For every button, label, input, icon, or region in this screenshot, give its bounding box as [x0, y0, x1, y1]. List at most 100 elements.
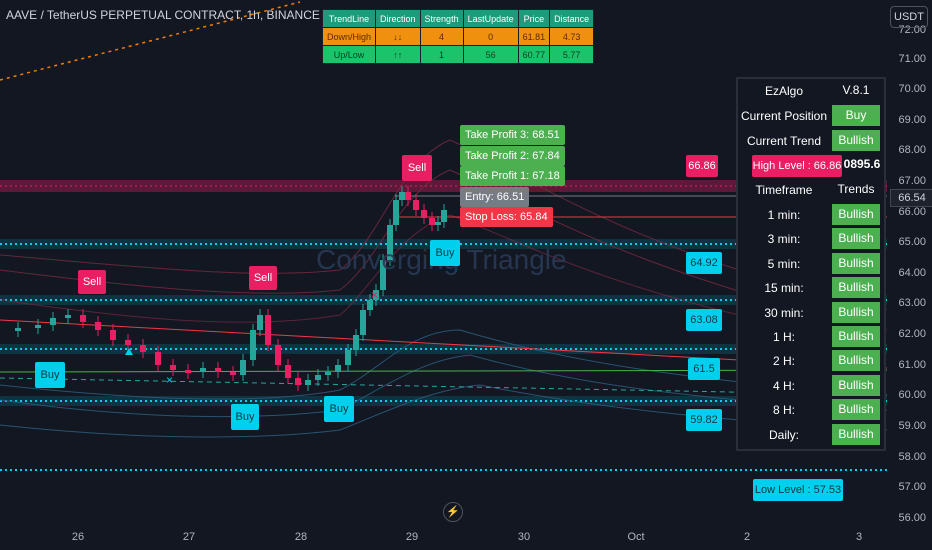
buy-signal: Buy: [35, 362, 65, 388]
cell-name: Up/Low: [321, 45, 377, 64]
timeframe-row: 30 min: Bullish: [738, 301, 884, 325]
timeframe-row: 1 H: Bullish: [738, 325, 884, 349]
time-tick-label: 27: [182, 531, 196, 543]
timeframe-row: 8 H: Bullish: [738, 398, 884, 422]
take-profit-3-label: Take Profit 3: 68.51: [460, 125, 565, 145]
cell-distance: 5.77: [549, 45, 595, 64]
candle-body: [335, 365, 341, 372]
candle-body: [110, 330, 116, 340]
ezalgo-header-row: EzAlgo V.8.1: [738, 79, 884, 103]
candle-body: [295, 378, 301, 385]
price-tick-label: 64.00: [898, 267, 926, 279]
currency-button[interactable]: USDT: [890, 6, 928, 28]
price-tick-label: 70.00: [898, 83, 926, 95]
current-trend-label: Current Trend: [746, 134, 822, 148]
entry-label: Entry: 66.51: [460, 187, 530, 207]
col-trendline: TrendLine: [321, 9, 377, 28]
timeframe-label: Daily:: [768, 427, 799, 442]
candle-body: [250, 330, 256, 360]
hidden-value: 0895.6: [843, 157, 881, 171]
cell-lastupdate: 56: [462, 45, 519, 64]
candle-body: [265, 315, 271, 345]
timeframe-label: 1 H:: [772, 330, 795, 344]
cell-direction: ↑↑: [375, 45, 421, 64]
take-profit-2-label: Take Profit 2: 67.84: [460, 146, 565, 166]
low-level-tag: Low Level : 57.53: [753, 479, 843, 501]
trend-value: Bullish: [832, 423, 880, 445]
trend-value: Bullish: [832, 399, 880, 421]
candle-body: [405, 192, 411, 200]
candle-body: [393, 200, 399, 225]
timeframe-row: 3 min: Bullish: [738, 227, 884, 251]
current-position-row: Current Position Buy: [738, 104, 884, 128]
x-marker: ×: [371, 288, 378, 302]
col-strength: Strength: [419, 9, 464, 28]
sell-signal: Sell: [249, 266, 277, 290]
time-tick-label: Oct: [627, 531, 645, 543]
col-direction: Direction: [375, 9, 421, 28]
trend-value: Bullish: [832, 301, 880, 323]
level-tag-64-92: 64.92: [686, 252, 722, 274]
price-tick-label: 65.00: [898, 236, 926, 248]
chart-title: AAVE / TetherUS PERPETUAL CONTRACT, 1h, …: [6, 8, 320, 22]
level-tag-63-08: 63.08: [686, 309, 722, 331]
candle-body: [95, 322, 101, 330]
current-position-label: Current Position: [740, 109, 828, 123]
price-tick-label: 66.00: [898, 206, 926, 218]
trend-value: Bullish: [832, 228, 880, 250]
price-tick-label: 57.00: [898, 481, 926, 493]
candle-body: [257, 315, 263, 330]
price-tick-label: 68.00: [898, 144, 926, 156]
trend-value: Bullish: [832, 350, 880, 372]
cell-name: Down/High: [321, 27, 377, 46]
timeframe-row: 2 H: Bullish: [738, 349, 884, 373]
trend-value: Bullish: [832, 326, 880, 347]
ezalgo-panel: EzAlgo V.8.1 Current Position Buy Curren…: [736, 77, 886, 451]
price-tick-label: 60.00: [898, 389, 926, 401]
timeframe-label: 15 min:: [764, 281, 804, 296]
cell-distance: 4.73: [549, 27, 595, 46]
take-profit-1-label: Take Profit 1: 67.18: [460, 166, 565, 186]
candle-body: [345, 350, 351, 365]
candle-body: [360, 310, 366, 335]
sell-signal: Sell: [402, 155, 432, 181]
timeframe-header-row: Timeframe Trends: [738, 178, 884, 202]
candle-body: [170, 365, 176, 370]
candle-body: [140, 345, 146, 352]
cell-direction: ↓↓: [375, 27, 421, 46]
candle-body: [353, 335, 359, 350]
candle-body: [325, 372, 331, 375]
timeframe-row: 1 min: Bullish: [738, 203, 884, 227]
current-trend-row: Current Trend Bullish: [738, 129, 884, 153]
candle-body: [125, 340, 131, 345]
time-tick-label: 3: [855, 531, 863, 543]
candle-body: [441, 210, 447, 222]
candle-body: [315, 375, 321, 380]
col-price: Price: [517, 9, 551, 28]
timeframe-label: 3 min:: [767, 232, 801, 247]
col-lastupdate: LastUpdate: [462, 9, 519, 28]
cell-price: 61.81: [517, 27, 551, 46]
trend-value: Bullish: [832, 374, 880, 396]
timeframe-label: 2 H:: [772, 354, 795, 369]
price-axis[interactable]: 72.00 71.00 70.00 69.00 68.00 67.00 66.00 65.00…: [887, 0, 932, 550]
level-tag-61-5: 61.5: [688, 358, 720, 380]
candle-body: [429, 218, 435, 225]
trendline-table: TrendLine Direction Strength LastUpdate …: [321, 9, 595, 64]
stop-loss-label: Stop Loss: 65.84: [460, 207, 553, 227]
lightning-icon[interactable]: ⚡: [443, 502, 463, 522]
candle-body: [399, 192, 405, 200]
price-tick-label: 69.00: [898, 114, 926, 126]
high-level-tag: High Level : 66.86: [752, 155, 842, 177]
timeframe-row: 5 min: Bullish: [738, 252, 884, 276]
time-tick-label: 30: [517, 531, 531, 543]
timeframe-label: 1 min:: [767, 208, 801, 222]
candle-body: [240, 360, 246, 375]
level-tag-66-86: 66.86: [686, 155, 718, 177]
candle-body: [275, 345, 281, 365]
timeframe-label: 8 H:: [772, 403, 795, 418]
price-tick-label: 67.00: [898, 175, 926, 187]
candle-body: [230, 372, 236, 375]
timeframe-label: 4 H:: [772, 378, 795, 393]
price-tick-label: 58.00: [898, 451, 926, 463]
